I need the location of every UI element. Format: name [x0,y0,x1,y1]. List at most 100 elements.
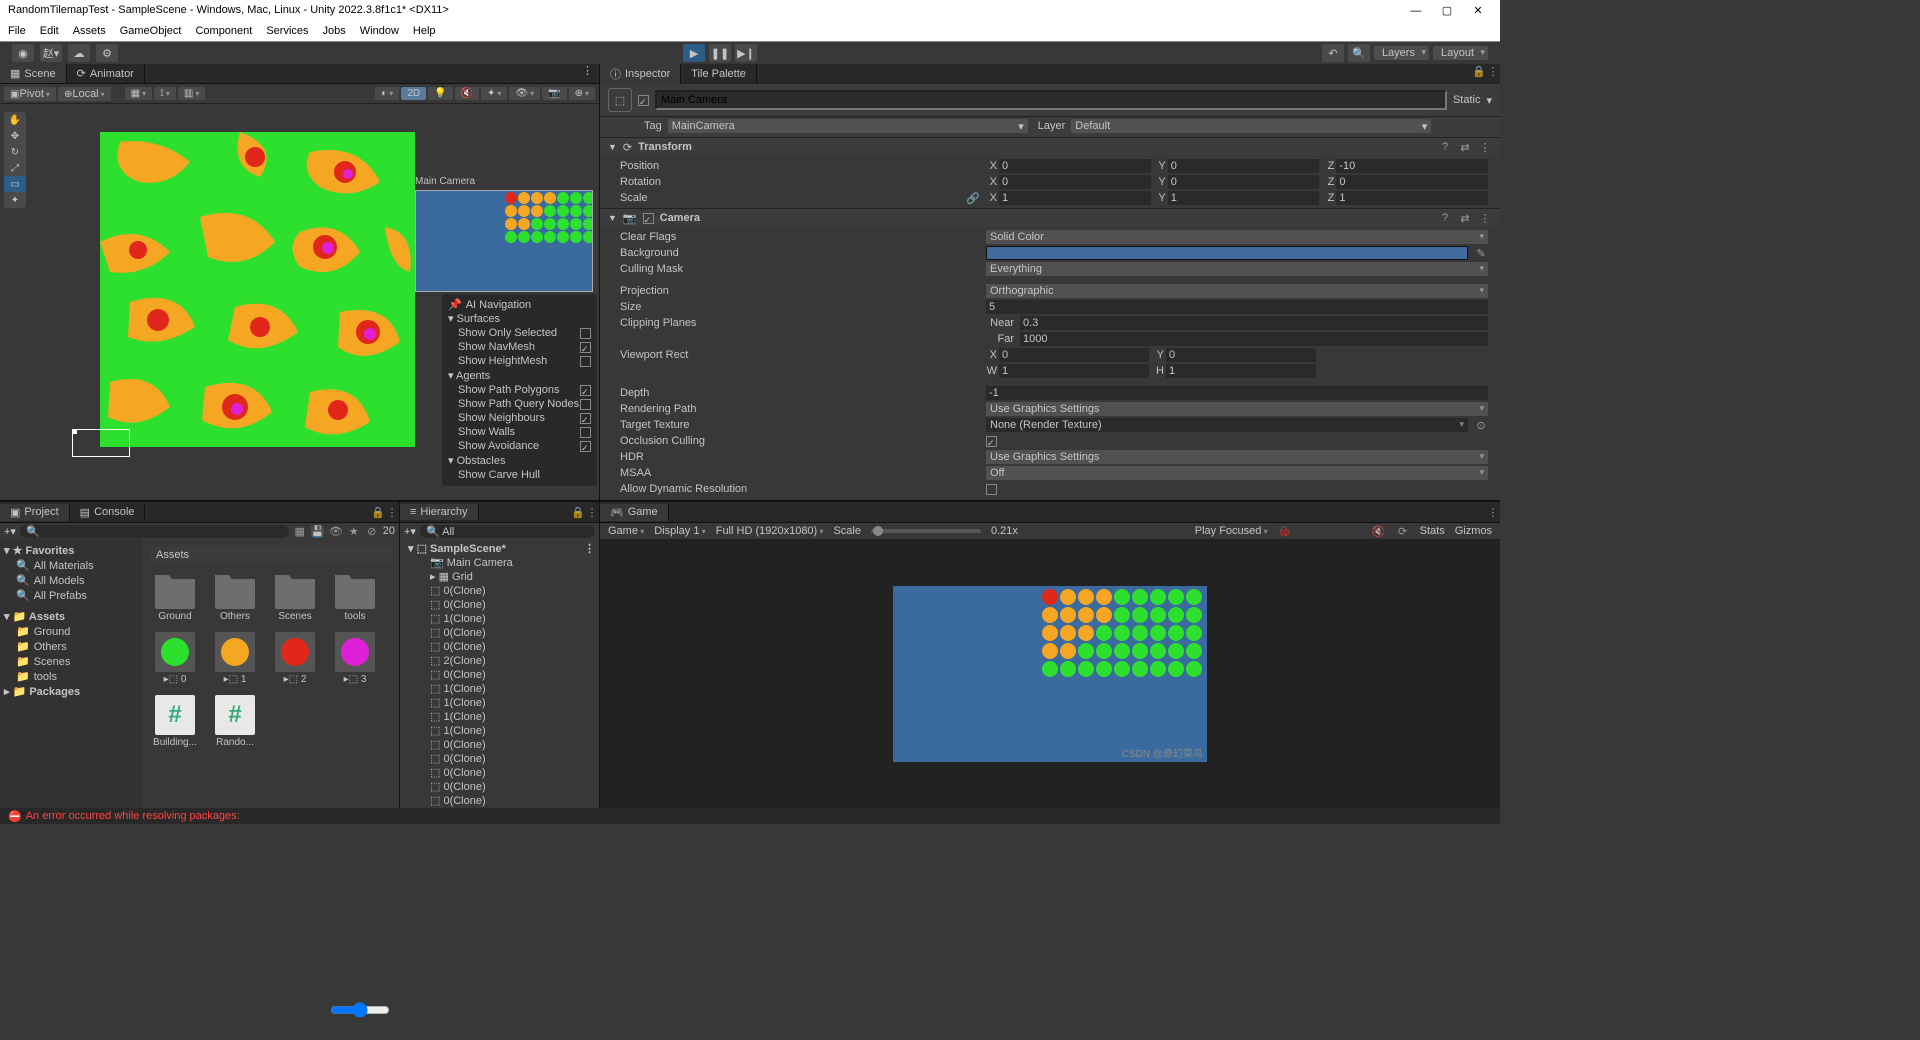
checkbox[interactable] [580,342,591,353]
size-field[interactable] [986,300,1488,314]
mode-2d-button[interactable]: 2D [401,87,426,100]
object-picker-icon[interactable]: ⊙ [1474,418,1488,432]
target-texture-field[interactable]: None (Render Texture) [986,418,1468,432]
hierarchy-item[interactable]: ⬚ 1(Clone) [402,709,597,723]
rot-y[interactable] [1168,175,1320,189]
pause-button[interactable]: ❚❚ [709,44,731,62]
grid-snap-icon[interactable]: ▦ [125,87,152,100]
tab-animator[interactable]: ⟳Animator [67,64,145,83]
menu-help[interactable]: Help [413,25,436,37]
checkbox[interactable] [580,441,591,452]
selection-gizmo[interactable] [72,429,130,457]
rotate-tool-icon[interactable]: ↻ [4,144,26,160]
menu-file[interactable]: File [8,25,26,37]
menu-edit[interactable]: Edit [40,25,59,37]
script-icon[interactable]: # [155,695,195,735]
close-icon[interactable]: ✕ [1464,4,1492,17]
cloud-icon[interactable]: ☁ [68,44,90,62]
hierarchy-item[interactable]: ⬚ 0(Clone) [402,807,597,808]
near-field[interactable] [1020,316,1488,330]
lock-icon[interactable]: 🔒 [1472,64,1486,78]
culling-mask-dropdown[interactable]: Everything [986,262,1488,276]
gameobject-icon[interactable]: ⬚ [608,88,632,112]
menu-jobs[interactable]: Jobs [323,25,346,37]
account-icon[interactable]: ◉ [12,44,34,62]
search-icon[interactable]: 🔍 [1348,44,1370,62]
scale-y[interactable] [1168,191,1320,205]
hierarchy-item[interactable]: ⬚ 0(Clone) [402,667,597,681]
play-button[interactable]: ▶ [683,44,705,62]
hierarchy-item[interactable]: 📷 Main Camera [402,555,597,569]
hand-tool-icon[interactable]: ✋ [4,112,26,128]
occlusion-checkbox[interactable] [986,436,997,447]
far-field[interactable] [1020,332,1488,346]
mute-icon[interactable]: 🔇 [1372,524,1386,538]
hierarchy-item[interactable]: ⬚ 0(Clone) [402,737,597,751]
menu-window[interactable]: Window [360,25,399,37]
overlay-pin-icon[interactable]: 📌 [448,298,462,311]
sprite-icon[interactable] [275,632,315,672]
checkbox[interactable] [580,356,591,367]
display-dropdown[interactable]: Display 1 [654,525,706,537]
checkbox[interactable] [580,399,591,410]
vp-w[interactable] [999,364,1149,378]
transform-header[interactable]: ▼⟳ Transform ? ⇄ ⋮ [600,138,1500,156]
visibility-icon[interactable]: 👁 [509,87,540,100]
rendering-path-dropdown[interactable]: Use Graphics Settings [986,402,1488,416]
project-grid[interactable]: Assets GroundOthersScenestools▸⬚ 0▸⬚ 1▸⬚… [142,539,399,808]
draw-mode-icon[interactable]: ◐ [375,87,399,100]
lock-icon[interactable]: 🔒 [371,505,385,519]
rot-z[interactable] [1336,175,1488,189]
tab-inspector[interactable]: ⓘInspector [600,64,681,84]
vp-y[interactable] [1166,348,1316,362]
rect-tool-icon[interactable]: ▭ [4,176,26,192]
tab-tile-palette[interactable]: Tile Palette [681,64,757,84]
gizmos-button[interactable]: Gizmos [1455,525,1492,537]
hierarchy-item[interactable]: ⬚ 2(Clone) [402,653,597,667]
pos-z[interactable] [1336,159,1488,173]
vp-h[interactable] [1166,364,1316,378]
vsync-icon[interactable]: ⟳ [1396,524,1410,538]
stats-button[interactable]: Stats [1420,525,1445,537]
tab-hierarchy[interactable]: ≡Hierarchy [400,504,479,520]
add-icon[interactable]: +▾ [4,525,16,538]
hidden-icon[interactable]: ⊘ [365,524,379,538]
scale-tool-icon[interactable]: ⤢ [4,160,26,176]
scale-slider[interactable] [871,529,981,533]
game-view[interactable]: CSDN @奇幻菜鸟 [600,540,1500,808]
project-search[interactable]: 🔍 [20,525,289,538]
minimize-icon[interactable]: — [1402,5,1430,17]
sprite-icon[interactable] [335,632,375,672]
dynres-checkbox[interactable] [986,484,997,495]
menu-icon[interactable]: ⋮ [1478,211,1492,225]
checkbox[interactable] [580,413,591,424]
local-toggle[interactable]: ⊕Local [58,87,111,101]
layer-dropdown[interactable]: Default▾ [1071,119,1431,133]
link-icon[interactable]: 🔗 [966,191,980,205]
undo-history-icon[interactable]: ↶ [1322,44,1344,62]
script-icon[interactable]: # [215,695,255,735]
services-icon[interactable]: 赵▾ [40,44,62,62]
tab-menu-icon[interactable]: ⋮ [1486,64,1500,78]
hierarchy-item[interactable]: ⬚ 1(Clone) [402,695,597,709]
tab-project[interactable]: ▣Project [0,504,70,521]
lock-icon[interactable]: 🔒 [571,505,585,519]
scene-view[interactable]: ✋ ✥ ↻ ⤢ ▭ ✦ [0,104,599,500]
projection-dropdown[interactable]: Orthographic [986,284,1488,298]
menu-icon[interactable]: ⋮ [1478,140,1492,154]
hierarchy-item[interactable]: ⬚ 0(Clone) [402,751,597,765]
transform-tool-icon[interactable]: ✦ [4,192,26,208]
checkbox[interactable] [580,385,591,396]
help-icon[interactable]: ? [1438,211,1452,225]
tab-scene[interactable]: ▦Scene [0,64,67,83]
color-picker-icon[interactable]: ✎ [1474,246,1488,260]
help-icon[interactable]: ? [1438,140,1452,154]
hierarchy-item[interactable]: ⬚ 0(Clone) [402,625,597,639]
rot-x[interactable] [999,175,1151,189]
pos-y[interactable] [1168,159,1320,173]
camera-enabled-checkbox[interactable] [643,213,654,224]
error-icon[interactable]: ⛔ [8,810,22,823]
hierarchy-item[interactable]: ⬚ 0(Clone) [402,639,597,653]
hierarchy-item[interactable]: ⬚ 1(Clone) [402,681,597,695]
hierarchy-item[interactable]: ⬚ 0(Clone) [402,793,597,807]
